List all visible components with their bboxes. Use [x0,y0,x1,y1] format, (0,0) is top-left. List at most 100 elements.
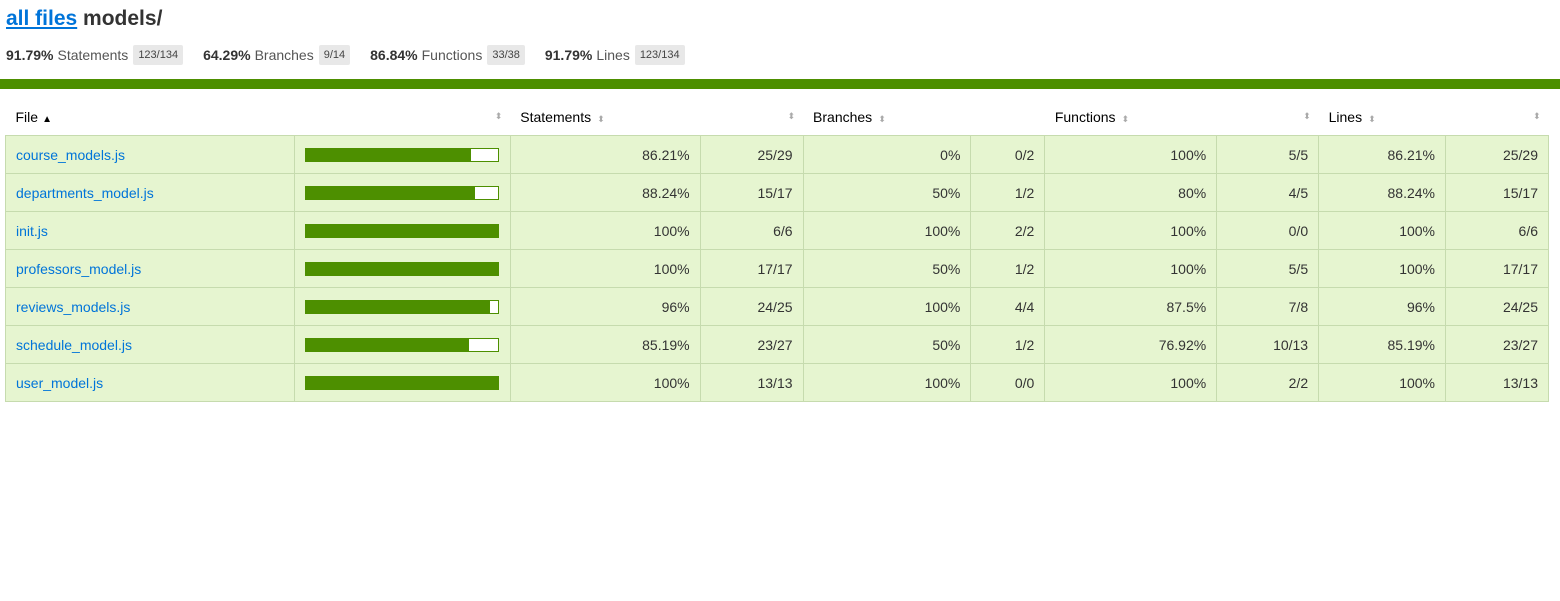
branches-fraction: 4/4 [970,287,1046,326]
column-header-label: Lines [1328,108,1363,125]
functions-pct: 76.92% [1044,325,1218,364]
file-cell: reviews_models.js [5,287,295,326]
functions-pct: 100% [1044,211,1218,250]
summary-functions: 86.84% Functions 33/38 [370,45,525,65]
coverage-bar [304,375,499,390]
functions-fraction: 5/5 [1216,249,1320,288]
lines-pct: 100% [1318,363,1446,402]
column-header-label: Statements [520,108,592,125]
sort-icon: ⬍ [597,113,605,124]
page-title: all files models/ [6,6,1554,31]
statements-pct: 96% [509,287,701,326]
summary-fraction-badge: 123/134 [634,45,685,65]
branches-fraction: 1/2 [970,325,1046,364]
file-cell: professors_model.js [5,249,295,288]
table-row: schedule_model.js 85.19% 23/27 50% 1/2 76.92%… [5,325,1549,364]
lines-pct: 96% [1318,287,1446,326]
branches-pct: 50% [802,249,972,288]
file-link[interactable]: init.js [16,223,48,239]
column-header-file[interactable]: File ▲ [6,98,295,136]
branches-pct: 100% [802,287,972,326]
functions-fraction: 4/5 [1216,173,1320,212]
coverage-bar [304,299,499,314]
coverage-bar-cell [293,135,511,174]
functions-fraction: 5/5 [1216,135,1320,174]
coverage-summary: 91.79% Statements 123/134 64.29% Branche… [6,44,1554,66]
functions-pct: 87.5% [1044,287,1218,326]
summary-fraction-badge: 123/134 [133,45,184,65]
statements-fraction: 17/17 [699,249,804,288]
lines-fraction: 15/17 [1445,173,1549,212]
coverage-bar-cell [293,325,511,364]
functions-pct: 80% [1044,173,1218,212]
coverage-bar-fill [305,148,472,161]
sort-ascending-icon: ▲ [42,113,52,125]
all-files-link[interactable]: all files [6,7,77,30]
table-header-row: File ▲ ⬍ Statements ⬍ ⬍ Branches ⬍ Function… [6,98,1549,136]
lines-pct: 100% [1318,249,1446,288]
sort-icon: ⬍ [1532,111,1541,121]
branches-fraction: 0/2 [970,135,1046,174]
branches-pct: 100% [802,363,972,402]
column-header-branches[interactable]: Branches ⬍ [803,98,971,136]
branches-fraction: 1/2 [970,173,1046,212]
summary-label: Branches [254,47,314,63]
summary-fraction-badge: 33/38 [487,45,525,65]
summary-label: Statements [57,47,129,63]
sort-icon: ⬍ [1121,113,1130,124]
file-link[interactable]: course_models.js [16,147,125,163]
summary-fraction-badge: 9/14 [318,45,351,65]
branches-pct: 100% [802,211,972,250]
table-row: course_models.js 86.21% 25/29 0% 0/2 100% 5/5 8… [5,135,1549,174]
file-link[interactable]: reviews_models.js [16,299,130,315]
file-link[interactable]: schedule_model.js [16,337,132,353]
summary-label: Functions [421,47,483,63]
lines-fraction: 23/27 [1445,325,1549,364]
column-header-statements-raw[interactable]: ⬍ [700,98,803,136]
summary-pct: 91.79% [6,47,54,63]
coverage-bar-cell [293,173,511,212]
coverage-bar [304,147,499,162]
branches-fraction: 2/2 [970,211,1046,250]
lines-pct: 100% [1318,211,1446,250]
column-header-lines-raw[interactable]: ⬍ [1446,98,1549,136]
lines-fraction: 6/6 [1445,211,1549,250]
column-header-functions-raw[interactable]: ⬍ [1217,98,1319,136]
table-row: user_model.js 100% 13/13 100% 0/0 100% 2/2 100%… [5,363,1549,402]
summary-pct: 91.79% [544,47,593,63]
summary-label: Lines [596,47,630,63]
statements-pct: 88.24% [509,173,701,212]
functions-pct: 100% [1044,135,1218,174]
file-link[interactable]: professors_model.js [16,261,141,277]
statements-fraction: 23/27 [699,325,804,364]
column-header-label: Branches [813,108,873,125]
coverage-bar-cell [293,287,511,326]
lines-fraction: 17/17 [1445,249,1549,288]
column-header-functions[interactable]: Functions ⬍ [1045,98,1217,136]
lines-pct: 85.19% [1318,325,1446,364]
file-cell: departments_model.js [5,173,295,212]
functions-fraction: 2/2 [1216,363,1320,402]
coverage-bar [304,261,499,276]
column-header-statements[interactable]: Statements ⬍ [510,98,700,136]
file-cell: init.js [5,211,295,250]
page-header: all files models/ 91.79% Statements 123/… [0,0,1560,66]
column-header-lines[interactable]: Lines ⬍ [1319,98,1446,136]
status-bar [0,79,1560,89]
column-header-label: Functions [1054,108,1116,125]
column-header-branches-raw[interactable] [971,98,1045,136]
table-row: departments_model.js 88.24% 15/17 50% 1/2 80%… [5,173,1549,212]
statements-fraction: 24/25 [699,287,804,326]
file-cell: schedule_model.js [5,325,295,364]
statements-pct: 100% [509,363,701,402]
summary-statements: 91.79% Statements 123/134 [6,45,184,65]
functions-pct: 100% [1044,363,1218,402]
sort-icon: ⬍ [1303,111,1311,121]
coverage-bar-fill [305,262,498,275]
coverage-bar [304,337,499,352]
column-header-bar[interactable]: ⬍ [294,98,510,136]
file-link[interactable]: departments_model.js [16,185,154,201]
coverage-bar-cell [293,363,511,402]
branches-fraction: 0/0 [970,363,1046,402]
file-link[interactable]: user_model.js [16,375,103,391]
